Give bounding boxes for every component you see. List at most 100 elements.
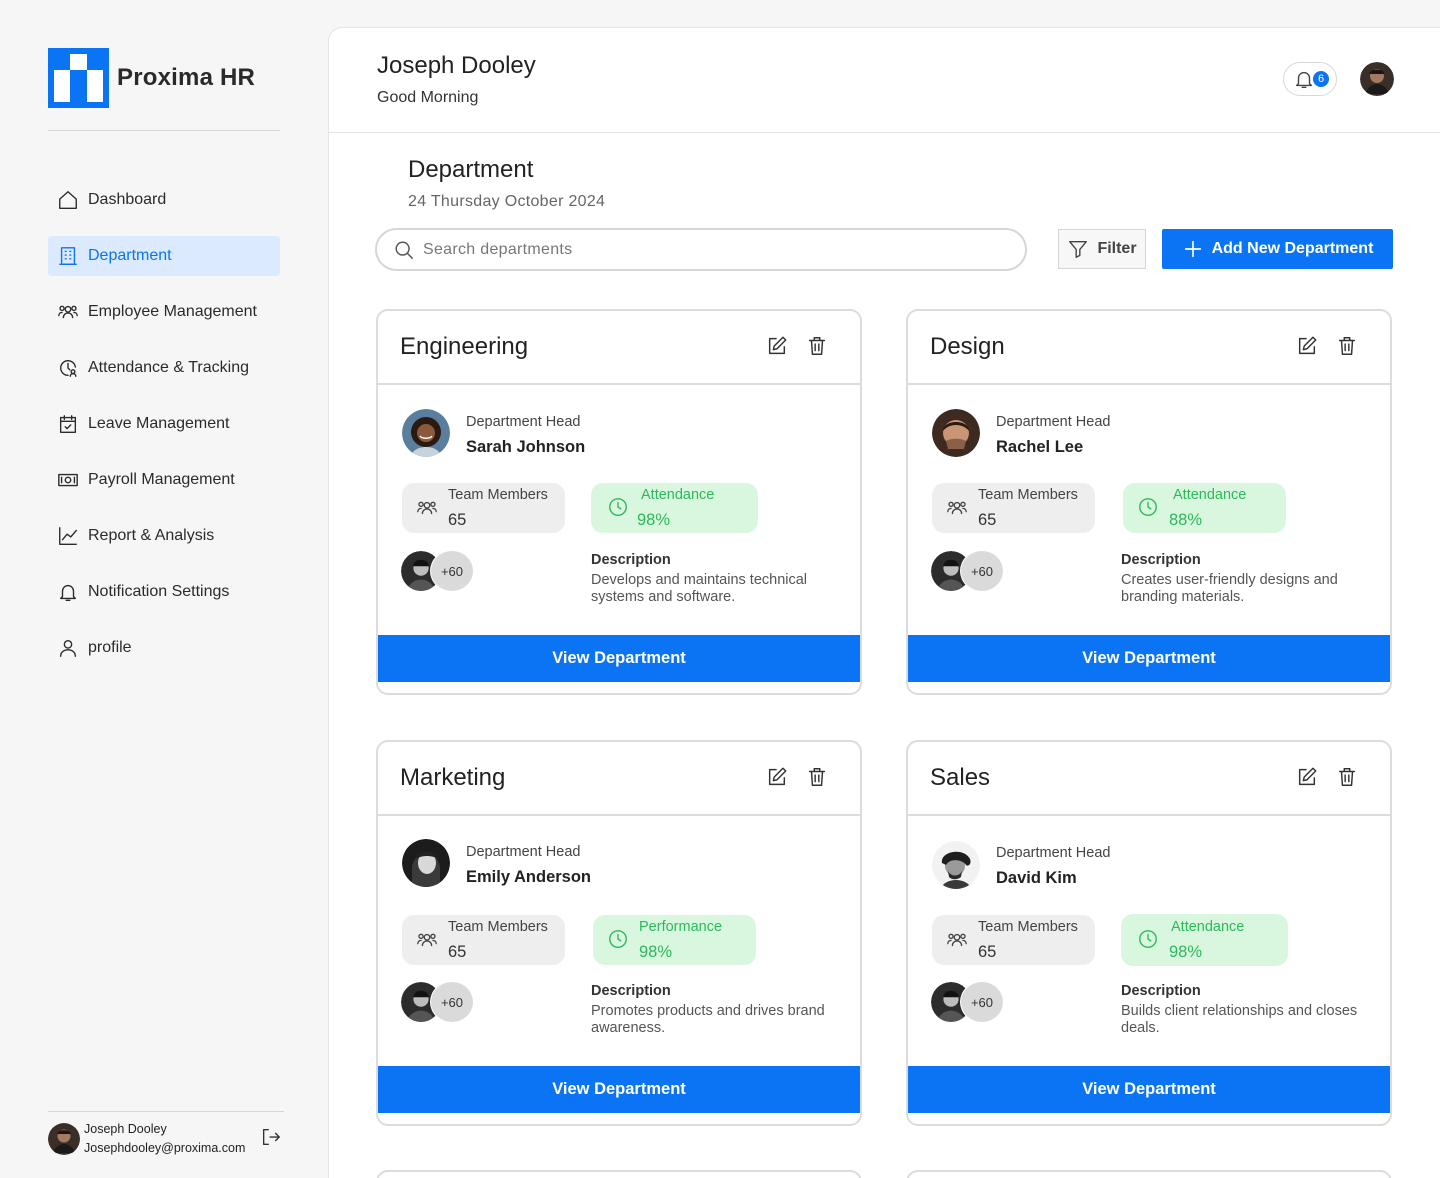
member-avatars[interactable]: +60: [400, 550, 480, 594]
metric-value: 98%: [639, 943, 673, 961]
clock-user-icon: [56, 356, 80, 380]
team-members-count: 65: [978, 943, 997, 961]
department-card-partial: [906, 1170, 1392, 1178]
sidebar-item-label: profile: [88, 639, 132, 656]
department-name: Design: [930, 333, 1005, 360]
team-members-stat: Team Members 65: [932, 483, 1095, 533]
member-avatars[interactable]: +60: [930, 981, 1010, 1025]
sidebar-footer-divider: [48, 1111, 284, 1112]
users-icon: [416, 929, 440, 953]
card-header: Sales: [908, 742, 1390, 816]
sidebar-item-department[interactable]: Department: [48, 236, 280, 276]
app-name: Proxima HR: [117, 64, 256, 91]
add-department-label: Add New Department: [1211, 240, 1374, 257]
notification-badge: 6: [1313, 71, 1329, 87]
logout-icon[interactable]: [260, 1126, 284, 1150]
card-header: Design: [908, 311, 1390, 385]
sidebar-item-label: Attendance & Tracking: [88, 359, 249, 376]
edit-icon[interactable]: [766, 335, 790, 359]
avatar: [48, 1123, 80, 1155]
team-members-label: Team Members: [448, 487, 548, 503]
team-members-stat: Team Members 65: [932, 915, 1095, 965]
description-title: Description: [591, 983, 671, 999]
department-card-sales: Sales Department Head David Kim Team Mem…: [906, 740, 1392, 1126]
sidebar-nav: Dashboard Department Employee Management…: [48, 180, 280, 684]
clock-icon: [1137, 496, 1161, 520]
attendance-stat: Attendance 98%: [591, 483, 758, 533]
trash-icon[interactable]: [1336, 766, 1360, 790]
sidebar-item-notification-settings[interactable]: Notification Settings: [48, 572, 280, 612]
sidebar-item-report-analysis[interactable]: Report & Analysis: [48, 516, 280, 556]
edit-icon[interactable]: [766, 766, 790, 790]
bell-icon: [1295, 71, 1313, 88]
avatar: [402, 839, 450, 887]
sidebar-user[interactable]: Joseph Dooley Josephdooley@proxima.com: [48, 1120, 245, 1158]
member-avatars[interactable]: +60: [400, 981, 480, 1025]
main-panel: Joseph Dooley Good Morning 6 Department …: [328, 27, 1440, 1178]
performance-stat: Performance 98%: [593, 915, 756, 965]
home-icon: [56, 188, 80, 212]
sidebar-item-payroll-management[interactable]: Payroll Management: [48, 460, 280, 500]
team-members-count: 65: [448, 511, 467, 529]
department-name: Sales: [930, 764, 991, 791]
view-department-button[interactable]: View Department: [378, 635, 860, 682]
page-date: 24 Thursday October 2024: [408, 193, 606, 210]
sidebar-user-name: Joseph Dooley: [84, 1122, 167, 1136]
more-members-count: +60: [430, 981, 474, 1023]
attendance-stat: Attendance 88%: [1123, 483, 1286, 533]
filter-button-label: Filter: [1097, 240, 1137, 257]
department-name: Engineering: [400, 333, 529, 360]
metric-label: Attendance: [641, 487, 715, 503]
description-title: Description: [1121, 552, 1201, 568]
sidebar-item-label: Payroll Management: [88, 471, 235, 488]
add-department-button[interactable]: Add New Department: [1162, 229, 1393, 269]
team-members-stat: Team Members 65: [402, 483, 565, 533]
trash-icon[interactable]: [806, 335, 830, 359]
description-title: Description: [591, 552, 671, 568]
avatar: [932, 841, 980, 889]
search-bar[interactable]: [375, 228, 1027, 271]
team-members-stat: Team Members 65: [402, 915, 565, 965]
search-input[interactable]: [423, 240, 983, 259]
card-header: Marketing: [378, 742, 860, 816]
metric-label: Performance: [639, 919, 723, 935]
filter-icon: [1069, 240, 1088, 258]
trash-icon[interactable]: [1336, 335, 1360, 359]
view-department-button[interactable]: View Department: [378, 1066, 860, 1113]
edit-icon[interactable]: [1296, 766, 1320, 790]
team-members-count: 65: [448, 943, 467, 961]
trash-icon[interactable]: [806, 766, 830, 790]
user-icon: [56, 636, 80, 660]
department-head-label: Department Head: [996, 845, 1111, 861]
description-title: Description: [1121, 983, 1201, 999]
sidebar: Proxima HR Dashboard Department Employee…: [0, 0, 328, 1178]
chart-line-icon: [56, 524, 80, 548]
view-department-button[interactable]: View Department: [908, 1066, 1390, 1113]
top-bar: Joseph Dooley Good Morning 6: [329, 28, 1440, 133]
member-avatars[interactable]: +60: [930, 550, 1010, 594]
department-head-label: Department Head: [466, 844, 581, 860]
sidebar-item-label: Report & Analysis: [88, 527, 215, 544]
avatar[interactable]: [1360, 62, 1394, 96]
metric-value: 98%: [1169, 943, 1203, 961]
team-members-count: 65: [978, 511, 997, 529]
sidebar-item-dashboard[interactable]: Dashboard: [48, 180, 280, 220]
sidebar-item-label: Leave Management: [88, 415, 230, 432]
sidebar-item-attendance-tracking[interactable]: Attendance & Tracking: [48, 348, 280, 388]
logo-mark-icon: [48, 48, 109, 108]
team-members-label: Team Members: [978, 919, 1078, 935]
sidebar-item-profile[interactable]: profile: [48, 628, 280, 668]
sidebar-item-leave-management[interactable]: Leave Management: [48, 404, 280, 444]
clock-icon: [1137, 928, 1161, 952]
more-members-count: +60: [430, 550, 474, 592]
card-header: Engineering: [378, 311, 860, 385]
sidebar-item-employee-management[interactable]: Employee Management: [48, 292, 280, 332]
edit-icon[interactable]: [1296, 335, 1320, 359]
sidebar-item-label: Employee Management: [88, 303, 257, 320]
metric-value: 98%: [637, 511, 671, 529]
view-department-button[interactable]: View Department: [908, 635, 1390, 682]
notifications-button[interactable]: 6: [1283, 62, 1337, 96]
app-logo[interactable]: Proxima HR: [48, 48, 255, 108]
filter-button[interactable]: Filter: [1058, 229, 1146, 269]
sidebar-item-label: Dashboard: [88, 191, 167, 208]
